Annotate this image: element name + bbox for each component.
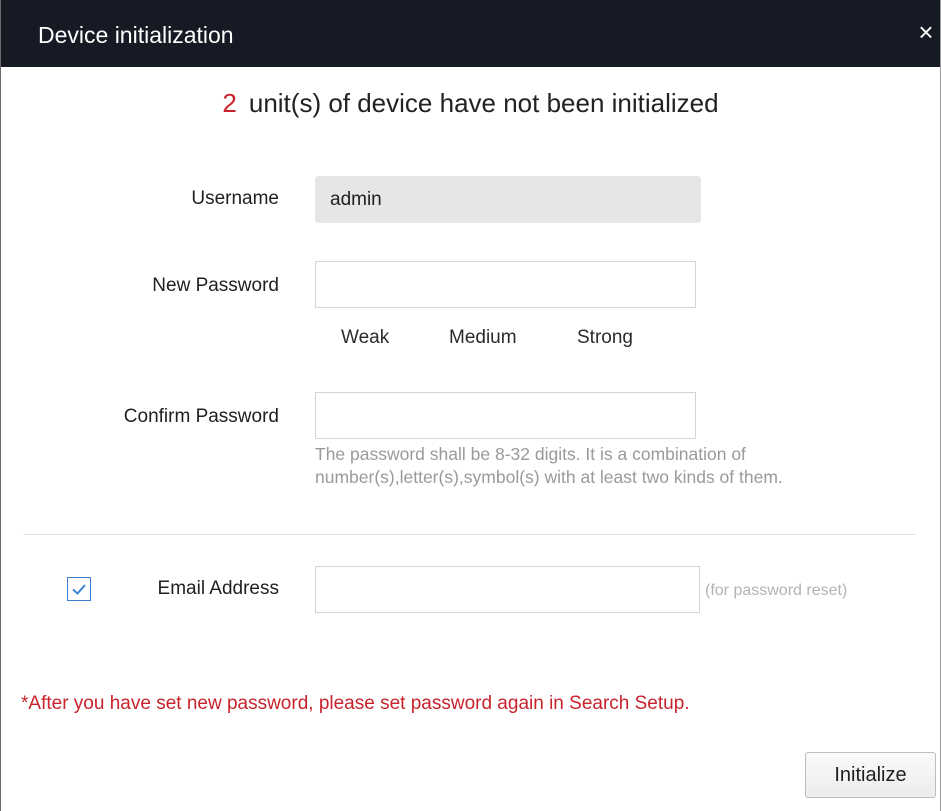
- email-checkbox[interactable]: [67, 577, 91, 601]
- search-setup-warning: *After you have set new password, please…: [21, 693, 690, 714]
- uninitialized-text: unit(s) of device have not been initiali…: [248, 88, 719, 118]
- username-label: Username: [191, 188, 279, 209]
- divider: [23, 534, 916, 535]
- email-label: Email Address: [157, 578, 279, 599]
- uninitialized-count: 2: [222, 88, 237, 118]
- uninitialized-message: 2 unit(s) of device have not been initial…: [1, 87, 940, 119]
- email-reset-note: (for password reset): [705, 582, 848, 599]
- device-initialization-dialog: Device initialization × 2 unit(s) of devi…: [0, 0, 941, 811]
- close-icon[interactable]: ×: [913, 17, 939, 47]
- strength-medium: Medium: [449, 327, 517, 348]
- initialize-button[interactable]: Initialize: [805, 752, 936, 798]
- strength-weak: Weak: [341, 327, 390, 348]
- email-field[interactable]: [315, 566, 700, 613]
- new-password-label: New Password: [152, 275, 279, 296]
- confirm-password-field[interactable]: [315, 392, 696, 439]
- username-field[interactable]: [315, 176, 701, 223]
- checkmark-icon: [72, 584, 86, 595]
- confirm-password-label: Confirm Password: [123, 406, 279, 427]
- dialog-title: Device initialization: [38, 22, 234, 48]
- password-hint: The password shall be 8-32 digits. It is…: [315, 444, 783, 487]
- new-password-field[interactable]: [315, 261, 696, 308]
- title-bar: Device initialization ×: [1, 0, 940, 67]
- strength-strong: Strong: [577, 327, 633, 348]
